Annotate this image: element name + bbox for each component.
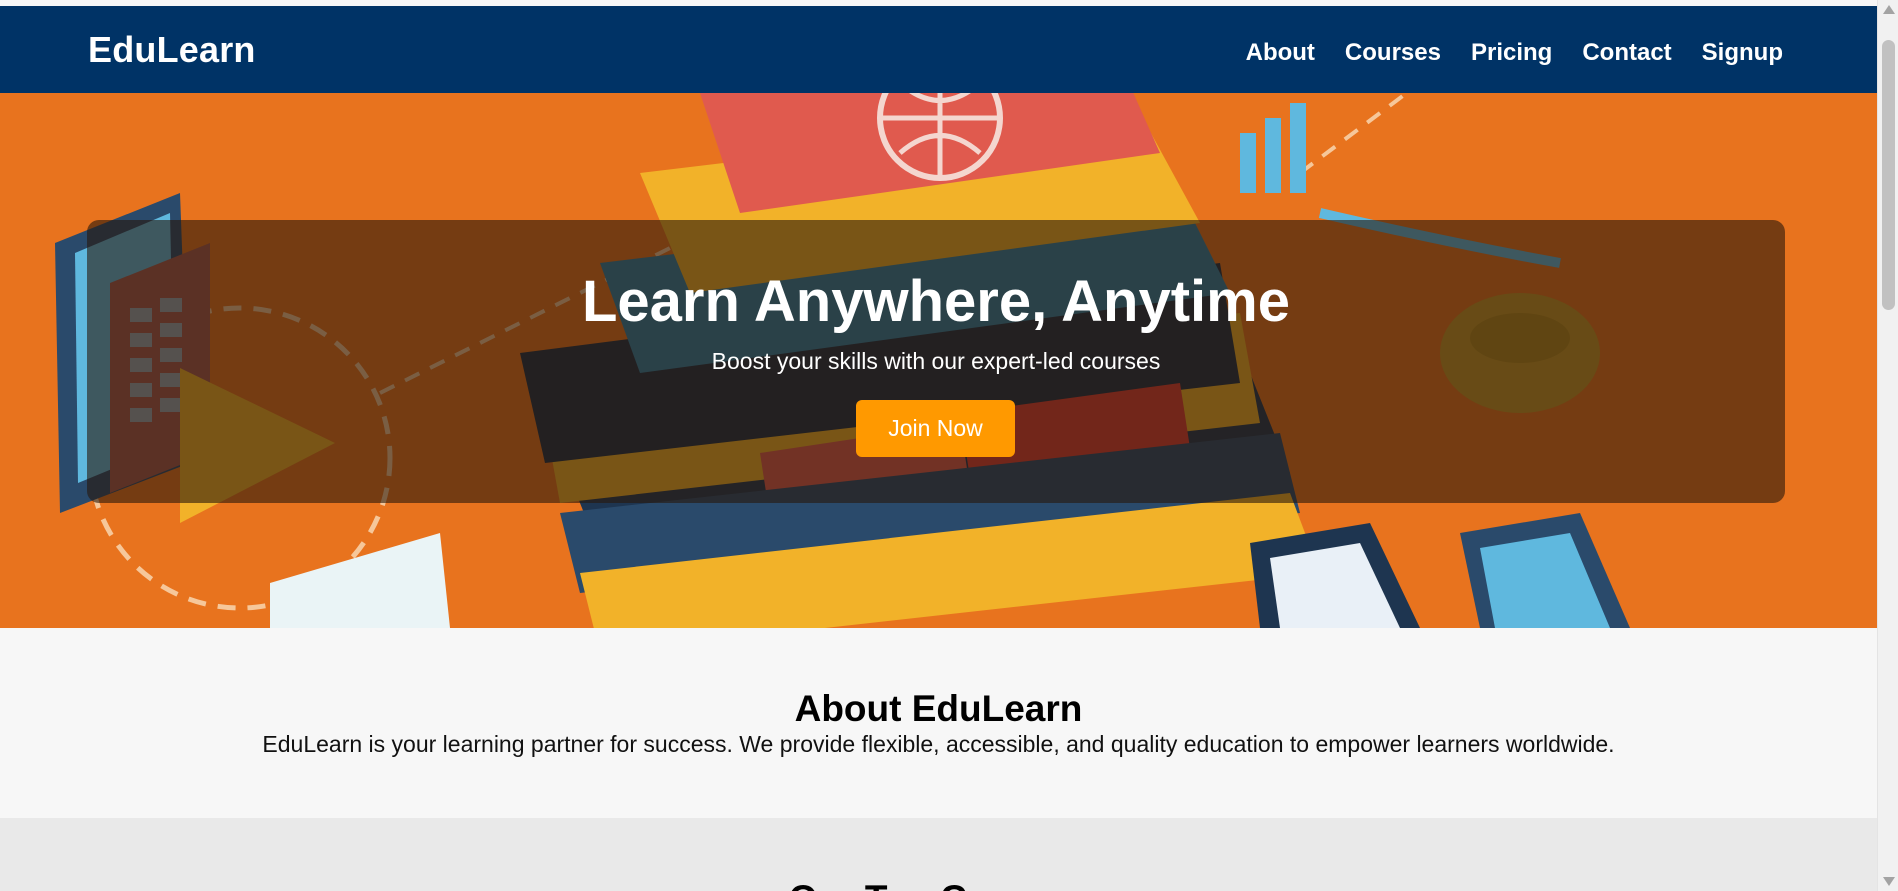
hero-card: Learn Anywhere, Anytime Boost your skill… <box>87 220 1785 503</box>
nav-link-pricing[interactable]: Pricing <box>1471 39 1552 67</box>
hero-title: Learn Anywhere, Anytime <box>581 269 1290 334</box>
about-heading: About EduLearn <box>794 688 1083 729</box>
nav-link-signup[interactable]: Signup <box>1702 39 1783 67</box>
nav-link-contact[interactable]: Contact <box>1582 39 1671 67</box>
join-now-button[interactable]: Join Now <box>856 400 1015 457</box>
main-nav: About Courses Pricing Contact Signup <box>1246 39 1783 67</box>
page: EduLearn About Courses Pricing Contact S… <box>0 0 1877 891</box>
scrollbar-thumb[interactable] <box>1882 40 1895 310</box>
nav-link-courses[interactable]: Courses <box>1345 39 1441 67</box>
courses-heading: Our Top Courses <box>0 878 1877 891</box>
hero-section: Learn Anywhere, Anytime Boost your skill… <box>0 93 1877 628</box>
about-section: About EduLearn EduLearn is your learning… <box>0 628 1877 818</box>
scroll-down-arrow-icon[interactable] <box>1883 877 1895 886</box>
vertical-scrollbar[interactable] <box>1877 0 1898 891</box>
hero-subtitle: Boost your skills with our expert-led co… <box>711 348 1161 374</box>
courses-section: Our Top Courses <box>0 818 1877 891</box>
about-text: EduLearn is your learning partner for su… <box>262 731 1615 757</box>
nav-link-about[interactable]: About <box>1246 39 1315 67</box>
scroll-up-arrow-icon[interactable] <box>1883 5 1895 14</box>
site-header: EduLearn About Courses Pricing Contact S… <box>0 6 1877 93</box>
site-logo[interactable]: EduLearn <box>88 29 256 71</box>
